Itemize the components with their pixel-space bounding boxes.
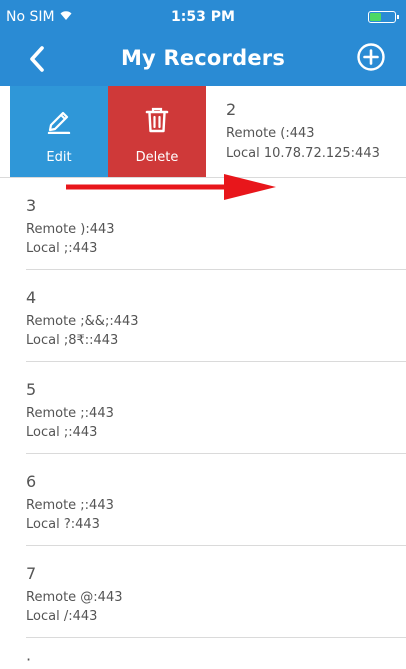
list-item[interactable]: 4 Remote ;&&;:443 Local ;8₹::443 <box>26 270 406 362</box>
add-recorder-button[interactable] <box>356 42 386 72</box>
page-title: My Recorders <box>120 46 286 70</box>
remote-address: Remote @:443 <box>26 590 123 605</box>
remote-address: Remote ):443 <box>26 222 115 237</box>
local-address: Local ;:443 <box>26 241 98 256</box>
list-item-swiped: Edit Delete 2 Remote (:443 Local 10.78.7… <box>0 86 406 178</box>
remote-address: Remote ;&&;:443 <box>26 314 139 329</box>
delete-button[interactable]: Delete <box>108 86 206 177</box>
pencil-icon <box>46 106 72 135</box>
edit-label: Edit <box>46 150 72 165</box>
recorder-name: 2 <box>226 100 237 119</box>
remote-address: Remote ;:443 <box>26 406 114 421</box>
edit-button[interactable]: Edit <box>10 86 108 177</box>
local-address: Local ?:443 <box>26 517 100 532</box>
status-bar: No SIM 1:53 PM <box>0 0 406 32</box>
recorder-list: Edit Delete 2 Remote (:443 Local 10.78.7… <box>0 86 406 638</box>
local-address: Local /:443 <box>26 609 98 624</box>
list-item[interactable]: 6 Remote ;:443 Local ?:443 <box>26 454 406 546</box>
recorder-name: 5 <box>26 380 37 399</box>
local-address: Local 10.78.72.125:443 <box>226 146 380 161</box>
app-header: No SIM 1:53 PM My Recorders <box>0 0 406 86</box>
remote-address: Remote ;:443 <box>26 498 114 513</box>
recorder-name: 4 <box>26 288 37 307</box>
status-time: 1:53 PM <box>171 9 235 25</box>
recorder-name: 3 <box>26 196 37 215</box>
recorder-name: 6 <box>26 472 37 491</box>
list-item[interactable]: 7 Remote @:443 Local /:443 <box>26 546 406 638</box>
list-item[interactable]: 2 Remote (:443 Local 10.78.72.125:443 <box>206 86 406 177</box>
swipe-right-arrow <box>66 174 276 200</box>
recorder-name: 7 <box>26 564 37 583</box>
plus-circle-icon <box>357 43 385 71</box>
list-item[interactable]: 5 Remote ;:443 Local ;:443 <box>26 362 406 454</box>
local-address: Local ;8₹::443 <box>26 333 119 348</box>
battery-icon <box>368 11 399 23</box>
delete-label: Delete <box>135 150 179 165</box>
remote-address: Remote (:443 <box>226 126 315 141</box>
list-item-partial: · <box>26 650 32 669</box>
local-address: Local ;:443 <box>26 425 98 440</box>
trash-icon <box>145 106 169 134</box>
